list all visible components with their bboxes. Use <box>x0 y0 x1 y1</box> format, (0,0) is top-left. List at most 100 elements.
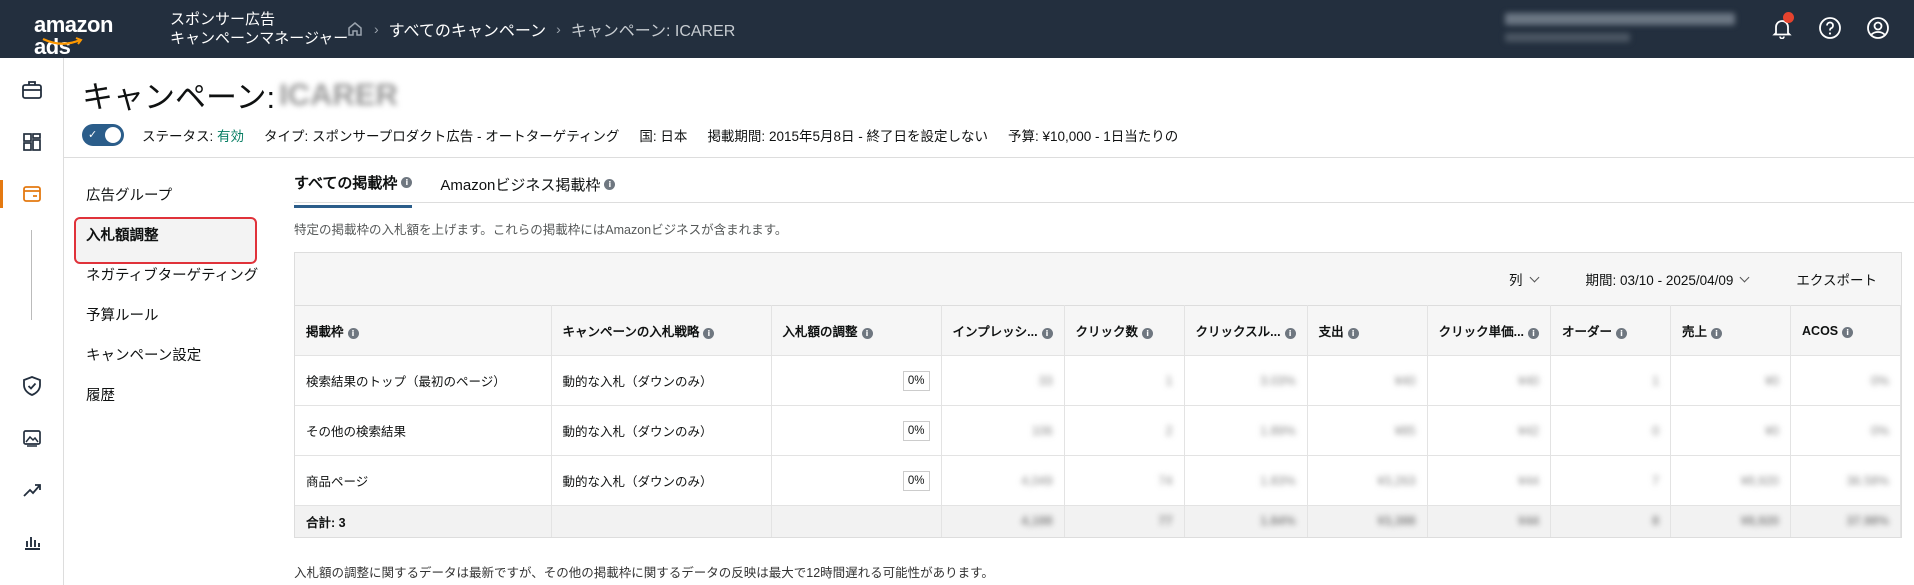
info-icon[interactable]: i <box>1528 328 1540 339</box>
col-placement[interactable]: 掲載枠 i <box>295 305 552 356</box>
nav-negative-targeting[interactable]: ネガティブターゲティング <box>86 266 258 306</box>
campaign-period: 掲載期間: 2015年5月8日 - 終了日を設定しない <box>707 129 988 144</box>
total-cell: ¥44 <box>1427 505 1552 537</box>
table-header-row: 掲載枠 i キャンペーンの入札戦略 i 入札額の調整 i インプレッシ... i クリッ… <box>295 305 1901 356</box>
account-selector[interactable] <box>1505 13 1745 42</box>
campaign-manager-icon[interactable] <box>18 180 46 208</box>
metric-cell: ¥0 <box>1670 355 1792 406</box>
trend-icon[interactable] <box>18 476 46 504</box>
col-spend[interactable]: 支出 i <box>1307 305 1428 356</box>
placement-table-panel: 列 期間: 03/10 - 2025/04/09 エクスポート 掲載枠 i キャン… <box>294 252 1902 538</box>
bar-chart-icon[interactable] <box>18 528 46 556</box>
nav-ad-groups[interactable]: 広告グループ <box>86 186 258 226</box>
bid-adjustment-input[interactable]: 0% <box>902 370 930 391</box>
strategy-cell: 動的な入札（ダウンのみ） <box>551 455 772 506</box>
export-button[interactable]: エクスポート <box>1772 269 1901 289</box>
home-icon[interactable] <box>346 20 364 38</box>
info-icon[interactable]: i <box>347 328 359 339</box>
metric-cell: ¥40 <box>1427 355 1552 406</box>
info-icon[interactable]: i <box>1711 328 1723 339</box>
product-name: スポンサー広告 キャンペーンマネージャー <box>170 11 349 47</box>
tab-description: 特定の掲載枠の入札額を上げます。これらの掲載枠にはAmazonビジネスが含まれま… <box>294 223 788 237</box>
metric-cell: 0% <box>1790 355 1901 406</box>
table-row: 商品ページ 動的な入札（ダウンのみ） 0% 4,049 74 1.83% ¥3,… <box>295 455 1901 506</box>
nav-campaign-settings[interactable]: キャンペーン設定 <box>86 346 258 386</box>
user-icon[interactable] <box>1864 14 1892 42</box>
info-icon[interactable]: i <box>1284 328 1296 339</box>
placement-cell: 商品ページ <box>295 455 552 506</box>
metric-cell: ¥8,920 <box>1670 455 1792 506</box>
metric-cell: ¥40 <box>1307 355 1428 406</box>
adjust-cell: 0% <box>771 405 942 456</box>
status-value: 有効 <box>217 129 245 144</box>
metric-cell: 33 <box>941 355 1065 406</box>
columns-dropdown[interactable]: 列 <box>1485 269 1562 289</box>
dashboard-icon[interactable] <box>18 128 46 156</box>
placement-table: 掲載枠 i キャンペーンの入札戦略 i 入札額の調整 i インプレッシ... i クリッ… <box>295 305 1901 537</box>
campaign-name: ICARER <box>279 76 398 112</box>
table-toolbar: 列 期間: 03/10 - 2025/04/09 エクスポート <box>1485 253 1901 305</box>
chevron-down-icon <box>1529 272 1539 282</box>
breadcrumb-separator: › <box>556 21 561 37</box>
metric-cell: 1.83% <box>1184 455 1308 506</box>
info-icon[interactable]: i <box>1142 328 1154 339</box>
bell-icon[interactable] <box>1768 12 1796 42</box>
metric-cell: 106 <box>941 405 1065 456</box>
info-icon[interactable]: i <box>1616 328 1628 339</box>
info-icon[interactable]: i <box>1842 326 1854 338</box>
media-icon[interactable] <box>18 424 46 452</box>
strategy-cell: 動的な入札（ダウンのみ） <box>551 355 772 406</box>
adjust-cell: 0% <box>771 355 942 406</box>
tabs-divider <box>294 202 1914 203</box>
page-title: キャンペーン: ICARER <box>82 76 398 116</box>
metric-cell: 2 <box>1064 405 1185 456</box>
info-icon[interactable]: i <box>703 328 715 339</box>
col-bid-adjustment[interactable]: 入札額の調整 i <box>771 305 942 356</box>
briefcase-icon[interactable] <box>18 76 46 104</box>
bid-adjustment-input[interactable]: 0% <box>902 420 930 441</box>
campaign-budget: 予算: ¥10,000 - 1日当たりの <box>1007 129 1179 144</box>
info-icon[interactable]: i <box>401 177 413 188</box>
nav-bid-adjustments[interactable]: 入札額調整 <box>86 226 258 266</box>
col-sales[interactable]: 売上 i <box>1670 305 1792 356</box>
rail-divider <box>31 230 32 320</box>
top-bar: amazon ads スポンサー広告 キャンペーンマネージャー › すべてのキャ… <box>0 0 1914 58</box>
nav-history[interactable]: 履歴 <box>86 386 258 426</box>
nav-budget-rules[interactable]: 予算ルール <box>86 306 258 346</box>
metric-cell: 1 <box>1550 355 1672 406</box>
col-orders[interactable]: オーダー i <box>1550 305 1672 356</box>
metric-cell: 0 <box>1550 405 1672 456</box>
metric-cell: 1.89% <box>1184 405 1308 456</box>
chevron-down-icon <box>1739 272 1750 282</box>
col-bid-strategy[interactable]: キャンペーンの入札戦略 i <box>551 305 772 356</box>
header-divider <box>64 157 1914 158</box>
table-total-row: 合計: 3 4,188 77 1.84% ¥3,388 ¥44 8 ¥8,920… <box>295 505 1901 537</box>
amazon-ads-logo[interactable]: amazon ads <box>34 14 154 58</box>
smile-arrow-icon <box>42 37 83 45</box>
col-impressions[interactable]: インプレッシ... i <box>941 305 1065 356</box>
breadcrumb-all-campaigns[interactable]: すべてのキャンペーン <box>389 17 546 41</box>
breadcrumb-current: キャンペーン: ICARER <box>570 23 736 40</box>
status-info: ステータス: 有効 <box>142 129 245 144</box>
info-icon[interactable]: i <box>1347 328 1359 339</box>
help-icon[interactable] <box>1816 14 1844 42</box>
info-icon[interactable]: i <box>1041 328 1053 339</box>
metric-cell: ¥0 <box>1670 405 1792 456</box>
date-range-dropdown[interactable]: 期間: 03/10 - 2025/04/09 <box>1562 269 1773 289</box>
metric-cell: ¥85 <box>1307 405 1428 456</box>
adjust-cell: 0% <box>771 455 942 506</box>
col-clicks[interactable]: クリック数 i <box>1064 305 1185 356</box>
col-acos[interactable]: ACOS i <box>1790 305 1901 356</box>
total-label: 合計: 3 <box>295 505 552 537</box>
left-rail <box>0 58 64 585</box>
bid-adjustment-input[interactable]: 0% <box>902 470 930 491</box>
col-ctr[interactable]: クリックスル... i <box>1184 305 1308 356</box>
status-toggle[interactable]: ✓ <box>82 124 124 146</box>
info-icon[interactable]: i <box>604 178 616 190</box>
info-icon[interactable]: i <box>861 328 873 339</box>
active-indicator <box>0 180 3 208</box>
campaign-sidenav: 広告グループ 入札額調整 ネガティブターゲティング 予算ルール キャンペーン設定… <box>86 186 258 426</box>
total-cell: 4,188 <box>941 505 1065 537</box>
shield-icon[interactable] <box>18 372 46 400</box>
col-cpc[interactable]: クリック単価... i <box>1427 305 1552 356</box>
